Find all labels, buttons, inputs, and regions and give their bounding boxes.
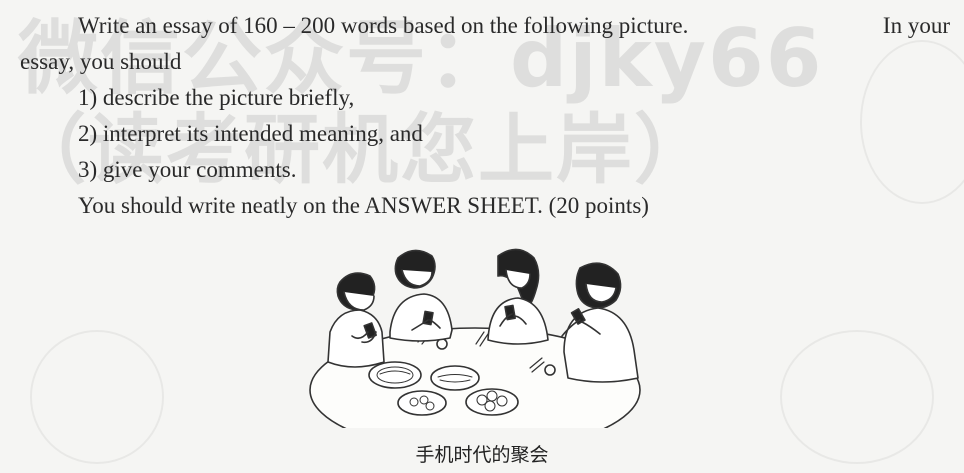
exam-page: 微信公众号：djky66 （读考研机您上岸） Write an essay of… [0, 0, 964, 473]
prompt-line-2: essay, you should [20, 49, 182, 74]
dinner-party-illustration [309, 248, 641, 428]
prompt-item-2: 2) interpret its intended meaning, and [78, 121, 423, 146]
person-1 [327, 272, 385, 368]
prompt-line-1-text: Write an essay of 160 – 200 words based … [78, 13, 689, 38]
essay-prompt: Write an essay of 160 – 200 words based … [20, 8, 950, 224]
figure-caption: 手机时代的聚会 [415, 444, 549, 466]
prompt-item-1: 1) describe the picture briefly, [78, 85, 355, 110]
person-3 [487, 248, 549, 345]
plate [430, 365, 480, 391]
prompt-line-1: Write an essay of 160 – 200 words based … [20, 8, 950, 44]
person-2 [389, 249, 453, 342]
prompt-line-1-end: In your [882, 13, 950, 38]
prompt-item-3: 3) give your comments. [78, 157, 297, 182]
person-4 [561, 262, 639, 383]
prompt-instruction: You should write neatly on the ANSWER SH… [78, 193, 649, 218]
